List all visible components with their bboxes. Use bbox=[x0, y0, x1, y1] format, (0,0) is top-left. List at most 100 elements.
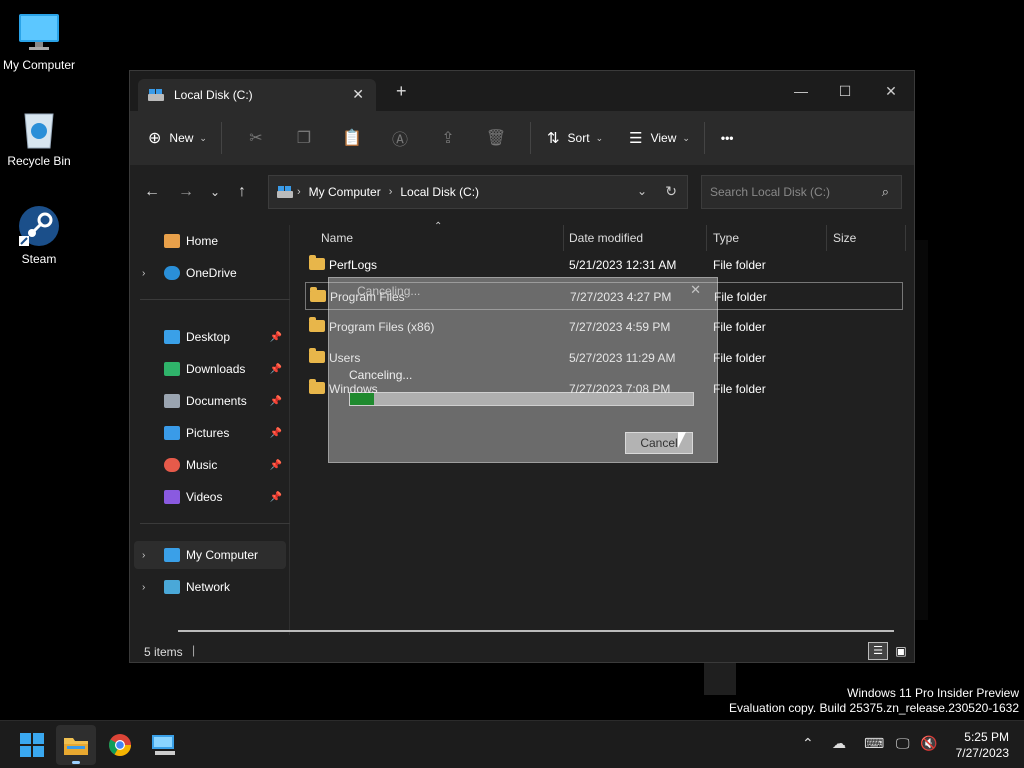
rename-icon[interactable]: Ⓐ bbox=[376, 122, 424, 154]
details-view-icon[interactable]: ☰ bbox=[868, 642, 888, 660]
pin-icon: 📌 bbox=[269, 427, 282, 439]
cloud-icon bbox=[164, 266, 180, 280]
pin-icon: 📌 bbox=[269, 491, 282, 503]
delete-icon[interactable]: 🗑 bbox=[472, 122, 520, 154]
sidebar-item-network[interactable]: › Network bbox=[130, 573, 286, 601]
sidebar-item-documents[interactable]: Documents 📌 bbox=[130, 387, 286, 415]
sidebar-item-onedrive[interactable]: › OneDrive bbox=[130, 259, 286, 287]
table-row[interactable]: PerfLogs 5/21/2023 12:31 AM File folder bbox=[305, 251, 903, 279]
breadcrumb-separator-icon: › bbox=[297, 186, 301, 198]
close-icon[interactable]: ✕ bbox=[690, 282, 701, 298]
breadcrumb-local-disk[interactable]: Local Disk (C:) bbox=[400, 185, 479, 199]
canceling-dialog: Canceling... ✕ Canceling... Cancel bbox=[328, 277, 718, 463]
videos-icon bbox=[164, 490, 180, 504]
file-type: File folder bbox=[714, 290, 767, 304]
file-type: File folder bbox=[713, 320, 766, 334]
file-type: File folder bbox=[713, 258, 766, 272]
expand-chevron-icon[interactable]: › bbox=[142, 268, 145, 279]
pin-icon: 📌 bbox=[269, 363, 282, 375]
expand-chevron-icon[interactable]: › bbox=[142, 550, 145, 561]
up-arrow-icon[interactable]: ↑ bbox=[238, 183, 246, 201]
sidebar-divider bbox=[140, 523, 290, 524]
system-clock[interactable]: 5:25 PM 7/27/2023 bbox=[956, 729, 1009, 761]
sort-label: Sort bbox=[567, 131, 590, 145]
sidebar-item-label: Pictures bbox=[186, 426, 230, 440]
column-header-type[interactable]: Type bbox=[713, 225, 823, 251]
sidebar-item-pictures[interactable]: Pictures 📌 bbox=[130, 419, 286, 447]
share-icon[interactable]: ⇪ bbox=[424, 122, 472, 154]
column-divider[interactable] bbox=[826, 225, 827, 251]
sort-button[interactable]: ⇅ Sort ⌄ bbox=[547, 122, 603, 154]
address-dropdown-icon[interactable]: ⌄ bbox=[637, 184, 647, 198]
keyboard-icon[interactable]: ⌨ bbox=[864, 735, 884, 752]
start-button[interactable] bbox=[12, 725, 52, 765]
search-box[interactable]: Search Local Disk (C:) ⌕ bbox=[701, 175, 902, 209]
horizontal-scrollbar[interactable] bbox=[178, 630, 894, 632]
dialog-title: Canceling... bbox=[357, 284, 421, 298]
progress-fill bbox=[350, 393, 374, 405]
sidebar-item-downloads[interactable]: Downloads 📌 bbox=[130, 355, 286, 383]
column-divider[interactable] bbox=[563, 225, 564, 251]
desktop-icon-recycle-bin[interactable]: Recycle Bin bbox=[0, 106, 78, 168]
cut-icon[interactable]: ✂ bbox=[232, 122, 280, 154]
sidebar-item-videos[interactable]: Videos 📌 bbox=[130, 483, 286, 511]
chevron-down-icon: ⌄ bbox=[199, 132, 207, 143]
monitor-keyboard-icon bbox=[152, 735, 175, 755]
navigation-bar: ← → ⌄ ↑ › My Computer › Local Disk (C:) … bbox=[130, 165, 914, 225]
taskbar-chrome[interactable] bbox=[100, 725, 140, 765]
sidebar-item-label: Videos bbox=[186, 490, 223, 504]
sidebar-item-my-computer[interactable]: › My Computer bbox=[134, 541, 286, 569]
onedrive-offline-icon[interactable]: ☁ bbox=[832, 735, 846, 752]
pin-icon: 📌 bbox=[269, 331, 282, 343]
back-arrow-icon[interactable]: ← bbox=[144, 183, 160, 201]
tab-local-disk[interactable]: Local Disk (C:) ✕ bbox=[138, 79, 376, 111]
tiles-view-icon[interactable]: ▣ bbox=[892, 642, 910, 660]
desktop-icon-steam[interactable]: Steam bbox=[0, 204, 78, 266]
progress-bar bbox=[349, 392, 694, 406]
new-tab-button[interactable]: + bbox=[396, 82, 407, 100]
sidebar-item-desktop[interactable]: Desktop 📌 bbox=[130, 323, 286, 351]
taskbar-file-explorer[interactable] bbox=[56, 725, 96, 765]
refresh-icon[interactable]: ↻ bbox=[665, 183, 677, 200]
cancel-label: Cancel bbox=[640, 436, 678, 450]
network-icon[interactable]: 🖵 bbox=[896, 735, 910, 752]
separator bbox=[529, 122, 531, 154]
copy-icon[interactable]: ❐ bbox=[280, 122, 328, 154]
column-header-size[interactable]: Size bbox=[833, 225, 903, 251]
forward-arrow-icon[interactable]: → bbox=[178, 183, 194, 201]
recent-locations-chevron-icon[interactable]: ⌄ bbox=[210, 185, 220, 199]
network-icon bbox=[164, 580, 180, 594]
show-hidden-icons-chevron-icon[interactable]: ⌃ bbox=[802, 735, 814, 752]
column-divider[interactable] bbox=[706, 225, 707, 251]
taskbar-app-computer[interactable] bbox=[144, 725, 184, 765]
sidebar-divider bbox=[140, 299, 290, 300]
close-tab-icon[interactable]: ✕ bbox=[352, 86, 364, 103]
folder-icon bbox=[309, 255, 325, 270]
sidebar-item-music[interactable]: Music 📌 bbox=[130, 451, 286, 479]
sidebar-item-label: Home bbox=[186, 234, 219, 248]
column-header-date[interactable]: Date modified bbox=[569, 225, 709, 251]
view-button[interactable]: ☰ View ⌄ bbox=[629, 122, 690, 154]
sidebar-item-label: My Computer bbox=[186, 548, 259, 562]
address-bar[interactable]: › My Computer › Local Disk (C:) ⌄ ↻ bbox=[268, 175, 688, 209]
expand-chevron-icon[interactable]: › bbox=[142, 582, 145, 593]
minimize-button[interactable]: — bbox=[778, 77, 824, 105]
view-icon: ☰ bbox=[629, 130, 643, 147]
sidebar-item-home[interactable]: Home bbox=[130, 227, 286, 255]
desktop-icon-label: My Computer bbox=[2, 58, 76, 72]
desktop-icon bbox=[164, 330, 180, 344]
breadcrumb-my-computer[interactable]: My Computer bbox=[309, 185, 381, 199]
new-button[interactable]: ⊕ New ⌄ bbox=[148, 122, 207, 154]
paste-icon[interactable]: 📋 bbox=[328, 122, 376, 154]
close-window-button[interactable]: ✕ bbox=[868, 77, 914, 105]
sidebar-item-label: Network bbox=[186, 580, 231, 594]
maximize-button[interactable]: ☐ bbox=[822, 77, 868, 105]
file-type: File folder bbox=[713, 351, 766, 365]
windows-logo-icon bbox=[20, 733, 44, 757]
desktop-icon-my-computer[interactable]: My Computer bbox=[0, 10, 78, 72]
more-options-button[interactable]: ••• bbox=[721, 122, 734, 154]
sidebar-item-label: OneDrive bbox=[186, 266, 237, 280]
volume-muted-icon[interactable]: 🔇 bbox=[920, 735, 937, 752]
pin-icon: 📌 bbox=[269, 395, 282, 407]
column-divider[interactable] bbox=[905, 225, 906, 251]
